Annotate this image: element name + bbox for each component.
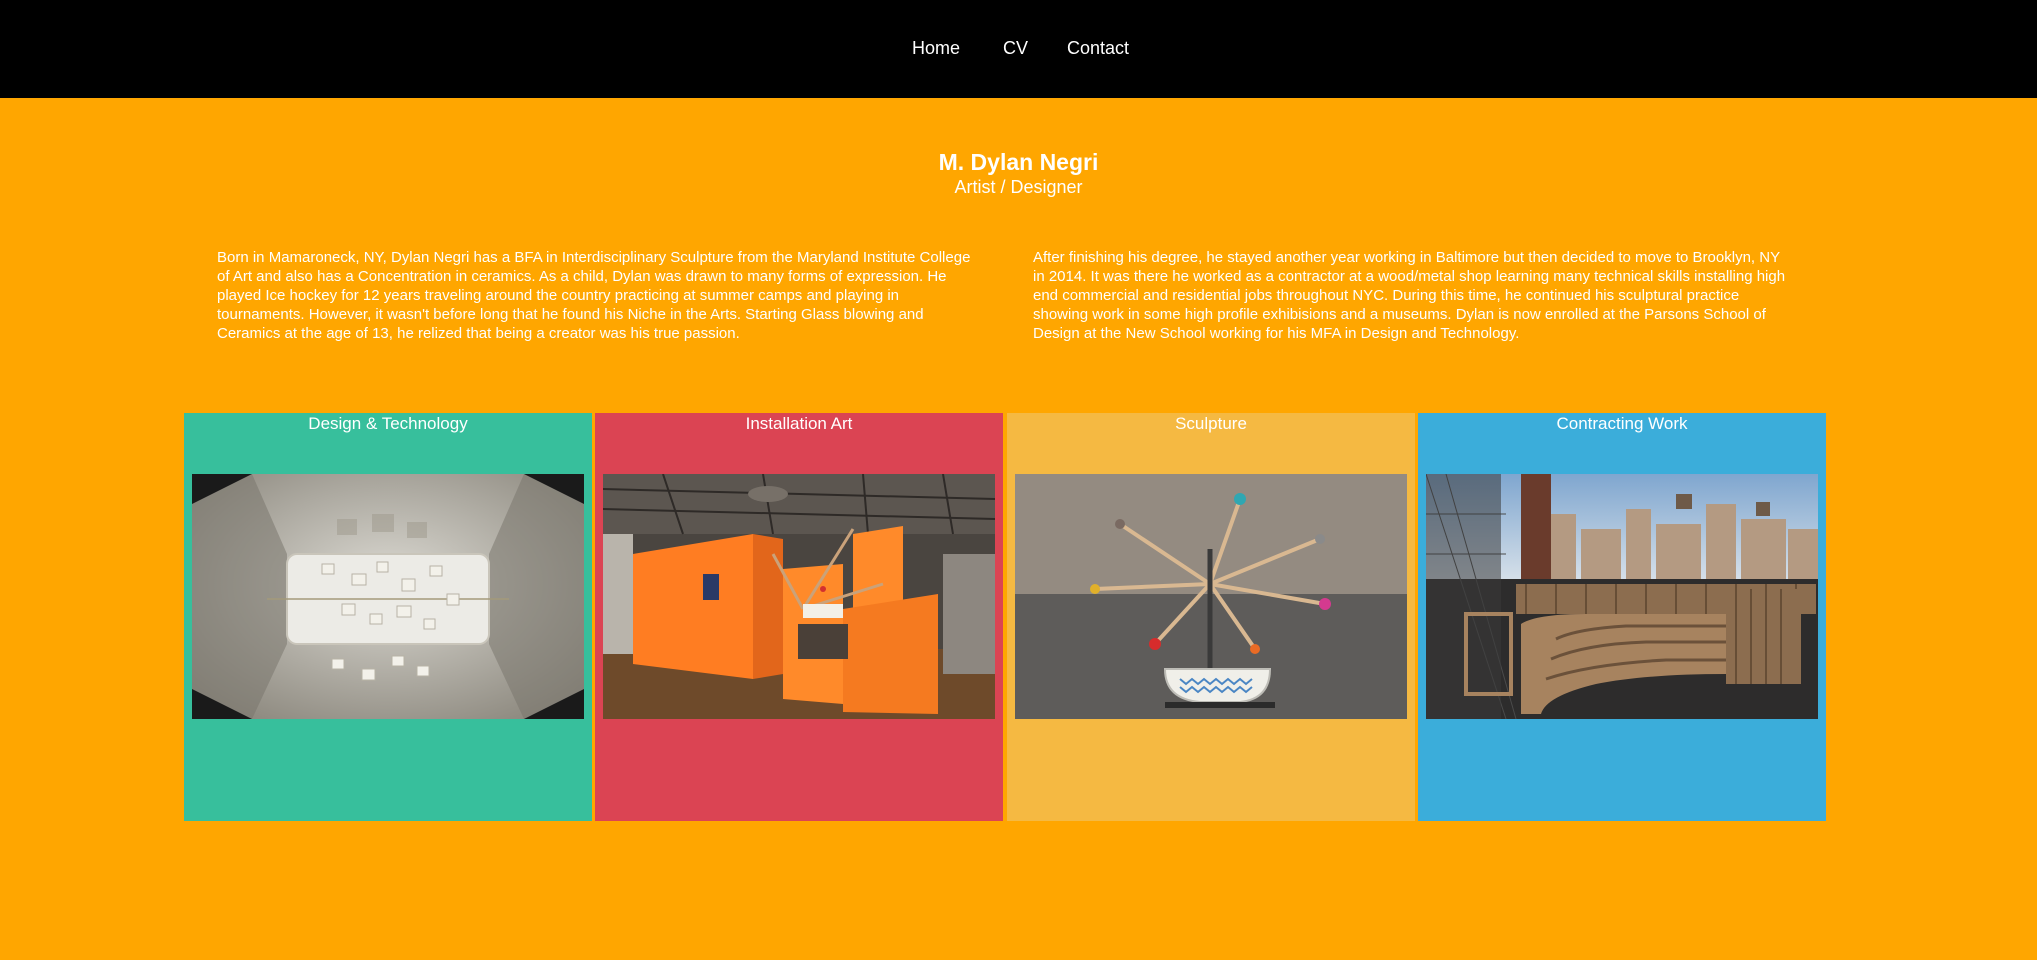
nav-home-link[interactable]: Home xyxy=(912,36,960,60)
nav-contact-link[interactable]: Contact xyxy=(1067,36,1129,60)
design-technology-thumbnail[interactable] xyxy=(192,474,584,719)
category-card-sculpture[interactable]: Sculpture xyxy=(1007,413,1415,821)
bio-paragraph-right: After finishing his degree, he stayed an… xyxy=(1033,249,1786,342)
card-title: Sculpture xyxy=(1175,414,1247,433)
category-card-contracting-work[interactable]: Contracting Work xyxy=(1418,413,1826,821)
sculpture-thumbnail[interactable] xyxy=(1015,474,1407,719)
card-title: Contracting Work xyxy=(1556,414,1688,433)
page-title: M. Dylan Negri xyxy=(938,149,1099,175)
category-card-design-technology[interactable]: Design & Technology xyxy=(184,413,592,821)
installation-art-thumbnail[interactable] xyxy=(603,474,995,719)
card-title: Installation Art xyxy=(745,414,853,433)
nav-cv-link[interactable]: CV xyxy=(1003,36,1028,60)
main-content: M. Dylan Negri Artist / Designer Born in… xyxy=(0,98,2037,960)
card-title: Design & Technology xyxy=(308,414,468,433)
bio-paragraph-left: Born in Mamaroneck, NY, Dylan Negri has … xyxy=(217,249,971,342)
page: Home CV Contact M. Dylan Negri Artist / … xyxy=(0,0,2037,960)
top-nav: Home CV Contact xyxy=(0,0,2037,98)
page-subtitle: Artist / Designer xyxy=(954,177,1083,197)
contracting-work-thumbnail[interactable] xyxy=(1426,474,1818,719)
category-card-installation-art[interactable]: Installation Art xyxy=(595,413,1003,821)
